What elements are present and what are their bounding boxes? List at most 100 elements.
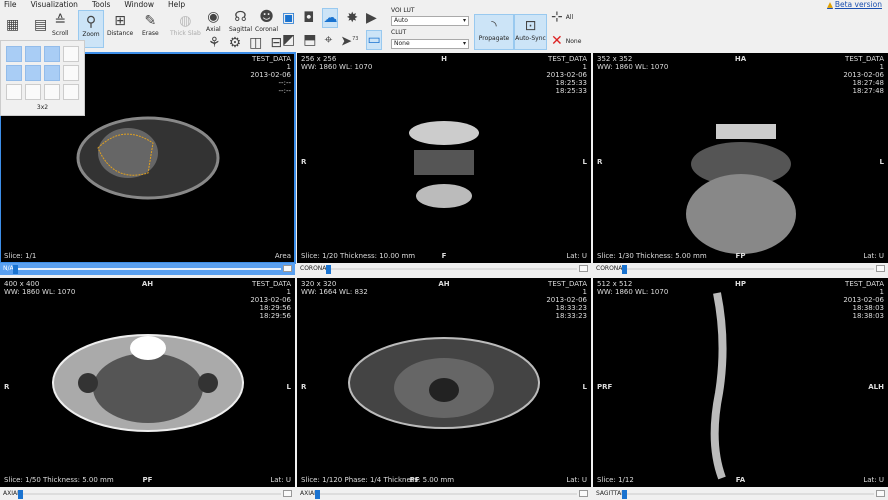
camera-icon[interactable]: ◘ xyxy=(303,9,314,27)
orientation-right: L xyxy=(582,158,587,166)
viewport-4[interactable]: 400 x 400 WW: 1860 WL: 1070 AH R L PF TES… xyxy=(0,278,295,487)
head-coronal-icon: ☻ xyxy=(259,9,274,25)
sync-toggle-icon[interactable] xyxy=(579,265,588,272)
layout-cell[interactable] xyxy=(44,65,60,81)
sync-all-button[interactable]: ⊹ All xyxy=(551,8,573,26)
viewport-5[interactable]: 320 x 320 WW: 1664 WL: 832 AH R L PF TEST… xyxy=(297,278,591,487)
layout-grid-icon: ▦ xyxy=(6,17,20,33)
slice-slider-3[interactable]: CORONAL xyxy=(593,263,888,275)
cursor-counter-icon[interactable]: ➤73 xyxy=(340,30,358,51)
layout-button[interactable]: ▦ xyxy=(6,16,19,34)
viewport-info-right: TEST_DATA 1 2013-02-06 18:25:33 18:25:33 xyxy=(546,55,587,95)
screenshot-icon[interactable]: ▣ xyxy=(282,9,295,27)
sync-toggle-icon[interactable] xyxy=(283,265,292,272)
mpr3-icon[interactable]: ◫ xyxy=(249,34,262,52)
annotation-icon[interactable]: ☁ xyxy=(322,8,339,28)
mpr-icon[interactable]: ⚘ xyxy=(208,34,221,52)
distance-button[interactable]: ⊞ Distance xyxy=(107,12,133,37)
layout-cell[interactable] xyxy=(6,46,22,62)
erase-button[interactable]: ✎ Erase xyxy=(142,12,159,37)
sync-remove-icon: ✕ xyxy=(551,33,563,49)
thick-slab-button[interactable]: ◍ Thick Slab xyxy=(170,12,201,37)
orientation-left: PRF xyxy=(597,382,613,391)
image-size: 352 x 352 xyxy=(597,55,633,63)
mpr4-icon[interactable]: ⊟ xyxy=(270,34,282,52)
sagittal-image xyxy=(710,291,727,479)
slice-info: Slice: 1/12 xyxy=(597,476,634,484)
viewport-info-right: TEST_DATA 1 2013-02-06 18:33:23 18:33:23 xyxy=(546,280,587,320)
layout-cell[interactable] xyxy=(6,65,22,81)
viewport-3[interactable]: 352 x 352 WW: 1860 WL: 1070 HA R L FP TES… xyxy=(593,53,888,263)
coronal-pelvis-image xyxy=(685,124,796,254)
sync-none-button[interactable]: ✕ None xyxy=(551,32,581,50)
layout-cell[interactable] xyxy=(63,84,79,100)
tool-row-1: ▣ ◘ ☁ ✸ ▶ xyxy=(282,8,377,28)
layout-cell[interactable] xyxy=(44,84,60,100)
viewport-info-right: TEST_DATA 1 2013-02-06 18:29:56 18:29:56 xyxy=(250,280,291,320)
slice-slider-4[interactable]: AXIAL xyxy=(0,488,295,500)
slider-thumb[interactable] xyxy=(622,490,627,499)
sync-toggle-icon[interactable] xyxy=(579,490,588,497)
sync-toggle-icon[interactable] xyxy=(283,490,292,497)
slider-thumb[interactable] xyxy=(622,265,627,274)
play-icon[interactable]: ▶ xyxy=(366,9,377,27)
calendar-button[interactable]: ▤ xyxy=(34,16,47,34)
menu-file[interactable]: File xyxy=(4,0,17,9)
layout-cell[interactable] xyxy=(25,65,41,81)
orientation-bottom: F xyxy=(441,252,447,260)
menu-help[interactable]: Help xyxy=(168,0,185,9)
slice-slider-6[interactable]: SAGITTAL xyxy=(593,488,888,500)
slider-thumb[interactable] xyxy=(13,265,18,274)
export-image-icon[interactable]: ⬒ xyxy=(303,31,316,49)
layout-cell[interactable] xyxy=(6,84,22,100)
slab-icon: ◍ xyxy=(179,13,192,29)
beta-version-link[interactable]: ▲ Beta version xyxy=(827,0,882,9)
leaf-icon[interactable]: ◩ xyxy=(282,31,295,49)
clut-select[interactable]: None xyxy=(391,39,469,49)
scroll-icon: ≙ xyxy=(54,13,67,29)
sync-toggle-icon[interactable] xyxy=(876,490,885,497)
layout-cell[interactable] xyxy=(25,46,41,62)
axial-abdomen-image xyxy=(76,116,219,200)
slice-info: Slice: 1/1 xyxy=(4,252,37,260)
layout-cell[interactable] xyxy=(63,46,79,62)
axial-button[interactable]: ◉ Axial xyxy=(206,8,221,33)
menu-visualization[interactable]: Visualization xyxy=(31,0,78,9)
slider-thumb[interactable] xyxy=(18,490,23,499)
viewport-2[interactable]: 256 x 256 WW: 1860 WL: 1070 H R L F TEST_… xyxy=(297,53,591,263)
orientation-top: H xyxy=(441,55,447,63)
tool-row-2: ◩ ⬒ ⌖ ➤73 ▭ xyxy=(282,30,382,51)
layout-picker-popup: 3x2 xyxy=(0,40,85,116)
slice-slider-2[interactable]: CORONAL xyxy=(297,263,591,275)
auto-sync-button[interactable]: ⊡ Auto-Sync xyxy=(514,14,547,50)
window-level: WW: 1860 WL: 1070 xyxy=(4,288,76,296)
clut-label: CLUT xyxy=(391,29,407,36)
menu-window[interactable]: Window xyxy=(124,0,154,9)
orientation-right: L xyxy=(582,382,587,391)
orientation-bottom: FA xyxy=(735,476,746,484)
layout-cell[interactable] xyxy=(25,84,41,100)
dicom-tag-icon[interactable]: ✸ xyxy=(346,9,358,27)
layout-cell[interactable] xyxy=(44,46,60,62)
image-size: 320 x 320 xyxy=(301,280,337,288)
mpr2-icon[interactable]: ⚙ xyxy=(229,34,242,52)
layout-cell[interactable] xyxy=(63,65,79,81)
coronal-button[interactable]: ☻ Coronal xyxy=(255,8,278,33)
image-size: 400 x 400 xyxy=(4,280,40,288)
crosshair-icon[interactable]: ⌖ xyxy=(324,31,332,49)
slice-slider-1[interactable]: N/A xyxy=(0,263,295,275)
viewport-6[interactable]: 512 x 512 WW: 1860 WL: 1070 HP PRF ALH FA… xyxy=(593,278,888,487)
slider-thumb[interactable] xyxy=(326,265,331,274)
propagate-button[interactable]: ◝ Propagate xyxy=(474,14,514,50)
scroll-button[interactable]: ≙ Scroll xyxy=(52,12,68,37)
sync-toggle-icon[interactable] xyxy=(876,265,885,272)
voi-lut-select[interactable]: Auto xyxy=(391,16,469,26)
slice-slider-5[interactable]: AXIAL xyxy=(297,488,591,500)
slider-thumb[interactable] xyxy=(315,490,320,499)
window-level: WW: 1860 WL: 1070 xyxy=(597,63,669,71)
menu-tools[interactable]: Tools xyxy=(92,0,110,9)
area-label: Area xyxy=(274,252,291,260)
sagittal-button[interactable]: ☊ Sagittal xyxy=(229,8,252,33)
mpr-tools: ⚘ ⚙ ◫ ⊟ xyxy=(208,34,282,52)
window-icon[interactable]: ▭ xyxy=(366,30,382,51)
